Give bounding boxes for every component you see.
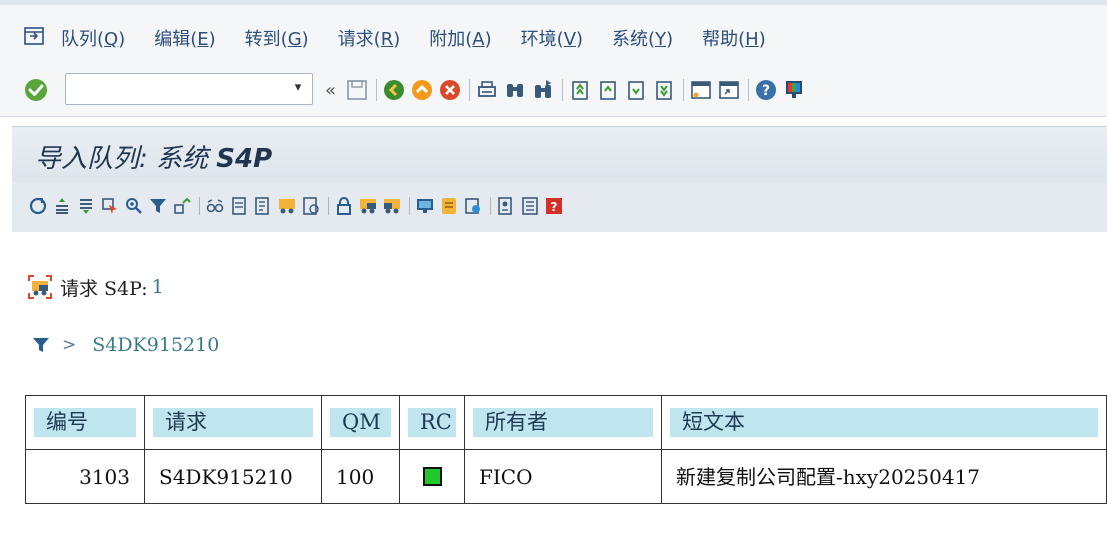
help-icon[interactable]: ? — [755, 79, 777, 101]
request-table: 编号 请求 QM RC 所有者 短文本 3103 S4DK915210 100 … — [25, 395, 1107, 504]
toolbar-separator — [748, 79, 750, 101]
import-request-icon[interactable] — [278, 197, 296, 215]
column-header-owner[interactable]: 所有者 — [464, 395, 662, 450]
exit-icon[interactable] — [411, 79, 433, 101]
chevron-right-icon: > — [62, 335, 77, 355]
next-page-icon[interactable] — [625, 79, 647, 101]
cancel-icon[interactable] — [439, 79, 461, 101]
enter-check-icon[interactable] — [24, 78, 48, 102]
create-shortcut-icon[interactable] — [718, 79, 740, 101]
filter-summary: > S4DK915210 — [32, 332, 219, 358]
cell-qm[interactable]: 100 — [321, 449, 400, 504]
collapse-icon[interactable]: « — [325, 80, 336, 101]
menu-goto[interactable]: 转到(G) — [245, 25, 309, 51]
new-session-icon[interactable] — [690, 79, 712, 101]
column-header-qm[interactable]: QM — [321, 395, 400, 450]
zoom-icon[interactable] — [125, 197, 143, 215]
previous-page-icon[interactable] — [597, 79, 619, 101]
toolbar-separator — [490, 197, 491, 215]
menu-help[interactable]: 帮助(H) — [702, 25, 766, 51]
import-request-icon — [28, 275, 52, 299]
column-header-rc[interactable]: RC — [399, 395, 465, 450]
request-detail-icon[interactable] — [302, 197, 320, 215]
print-icon[interactable] — [476, 79, 498, 101]
toolbar-icons: « ? — [325, 76, 811, 104]
svg-text:?: ? — [762, 83, 770, 99]
back-icon[interactable] — [383, 79, 405, 101]
toolbar-separator — [562, 79, 564, 101]
svg-text:?: ? — [551, 200, 558, 214]
cell-short-text[interactable]: 新建复制公司配置-hxy20250417 — [661, 449, 1107, 504]
list-icon[interactable] — [521, 197, 539, 215]
rc-status-indicator — [422, 467, 442, 486]
page-title: 导入队列: 系统 S4P — [35, 144, 273, 174]
title-bar: 导入队列: 系统 S4P — [12, 126, 1107, 183]
request-count[interactable]: 1 — [152, 276, 164, 298]
menu-items: 队列(Q) 编辑(E) 转到(G) 请求(R) 附加(A) 环境(V) 系统(Y… — [61, 25, 795, 51]
customize-layout-icon[interactable] — [783, 79, 805, 101]
menu-environment[interactable]: 环境(V) — [521, 25, 583, 51]
menu-edit[interactable]: 编辑(E) — [154, 25, 215, 51]
menu-queue[interactable]: 队列(Q) — [61, 25, 125, 51]
filter-icon[interactable] — [149, 197, 167, 215]
import-queue-icon[interactable] — [359, 197, 377, 215]
application-toolbar-icons: ? — [29, 197, 569, 215]
standard-toolbar: ▾ « ? — [0, 66, 1107, 117]
toolbar-separator — [409, 197, 410, 215]
table-header-row: 编号 请求 QM RC 所有者 短文本 — [25, 395, 1107, 450]
request-summary: 请求 S4P: 1 — [28, 274, 164, 300]
cell-number[interactable]: 3103 — [25, 449, 145, 504]
chevron-down-icon[interactable]: ▾ — [290, 79, 306, 97]
table-row[interactable]: 3103 S4DK915210 100 FICO 新建复制公司配置-hxy202… — [25, 449, 1107, 504]
menu-request[interactable]: 请求(R) — [338, 25, 401, 51]
toolbar-separator — [376, 79, 378, 101]
save-icon[interactable] — [346, 79, 368, 101]
cell-rc[interactable] — [399, 449, 465, 504]
transport-icon[interactable] — [173, 197, 191, 215]
last-page-icon[interactable] — [653, 79, 675, 101]
cell-owner[interactable]: FICO — [464, 449, 662, 504]
info-icon[interactable]: ? — [545, 197, 563, 215]
find-next-icon[interactable] — [532, 79, 554, 101]
monitor-icon[interactable] — [416, 197, 434, 215]
display-icon[interactable] — [206, 197, 224, 215]
lock-icon[interactable] — [335, 197, 353, 215]
column-header-number[interactable]: 编号 — [25, 395, 145, 450]
toolbar-separator — [199, 197, 200, 215]
application-toolbar: ? — [12, 182, 1107, 232]
toolbar-separator — [328, 197, 329, 215]
menu-extras[interactable]: 附加(A) — [429, 25, 491, 51]
sort-descending-icon[interactable] — [77, 197, 95, 215]
menu-bar: 队列(Q) 编辑(E) 转到(G) 请求(R) 附加(A) 环境(V) 系统(Y… — [0, 0, 1107, 66]
refresh-icon[interactable] — [29, 197, 47, 215]
log-icon[interactable] — [254, 197, 272, 215]
request-label: 请求 S4P: — [60, 277, 148, 300]
system-menu-icon[interactable] — [24, 27, 44, 45]
tms-alert-icon[interactable] — [497, 197, 515, 215]
filter-icon — [33, 338, 49, 352]
column-header-short-text[interactable]: 短文本 — [661, 395, 1107, 450]
document-icon[interactable] — [230, 197, 248, 215]
toolbar-separator — [469, 79, 471, 101]
first-page-icon[interactable] — [569, 79, 591, 101]
find-icon[interactable] — [504, 79, 526, 101]
column-header-request[interactable]: 请求 — [144, 395, 322, 450]
content-area: 请求 S4P: 1 > S4DK915210 编号 请求 QM RC 所有者 短… — [12, 232, 1107, 551]
settings-icon[interactable] — [464, 197, 482, 215]
sort-ascending-icon[interactable] — [53, 197, 71, 215]
command-field[interactable]: ▾ — [65, 73, 313, 105]
menu-system[interactable]: 系统(Y) — [612, 25, 673, 51]
history-icon[interactable] — [440, 197, 458, 215]
filter-value[interactable]: S4DK915210 — [92, 334, 219, 356]
toolbar-separator — [683, 79, 685, 101]
cell-request[interactable]: S4DK915210 — [144, 449, 322, 504]
select-icon[interactable] — [101, 197, 119, 215]
import-all-icon[interactable] — [383, 197, 401, 215]
